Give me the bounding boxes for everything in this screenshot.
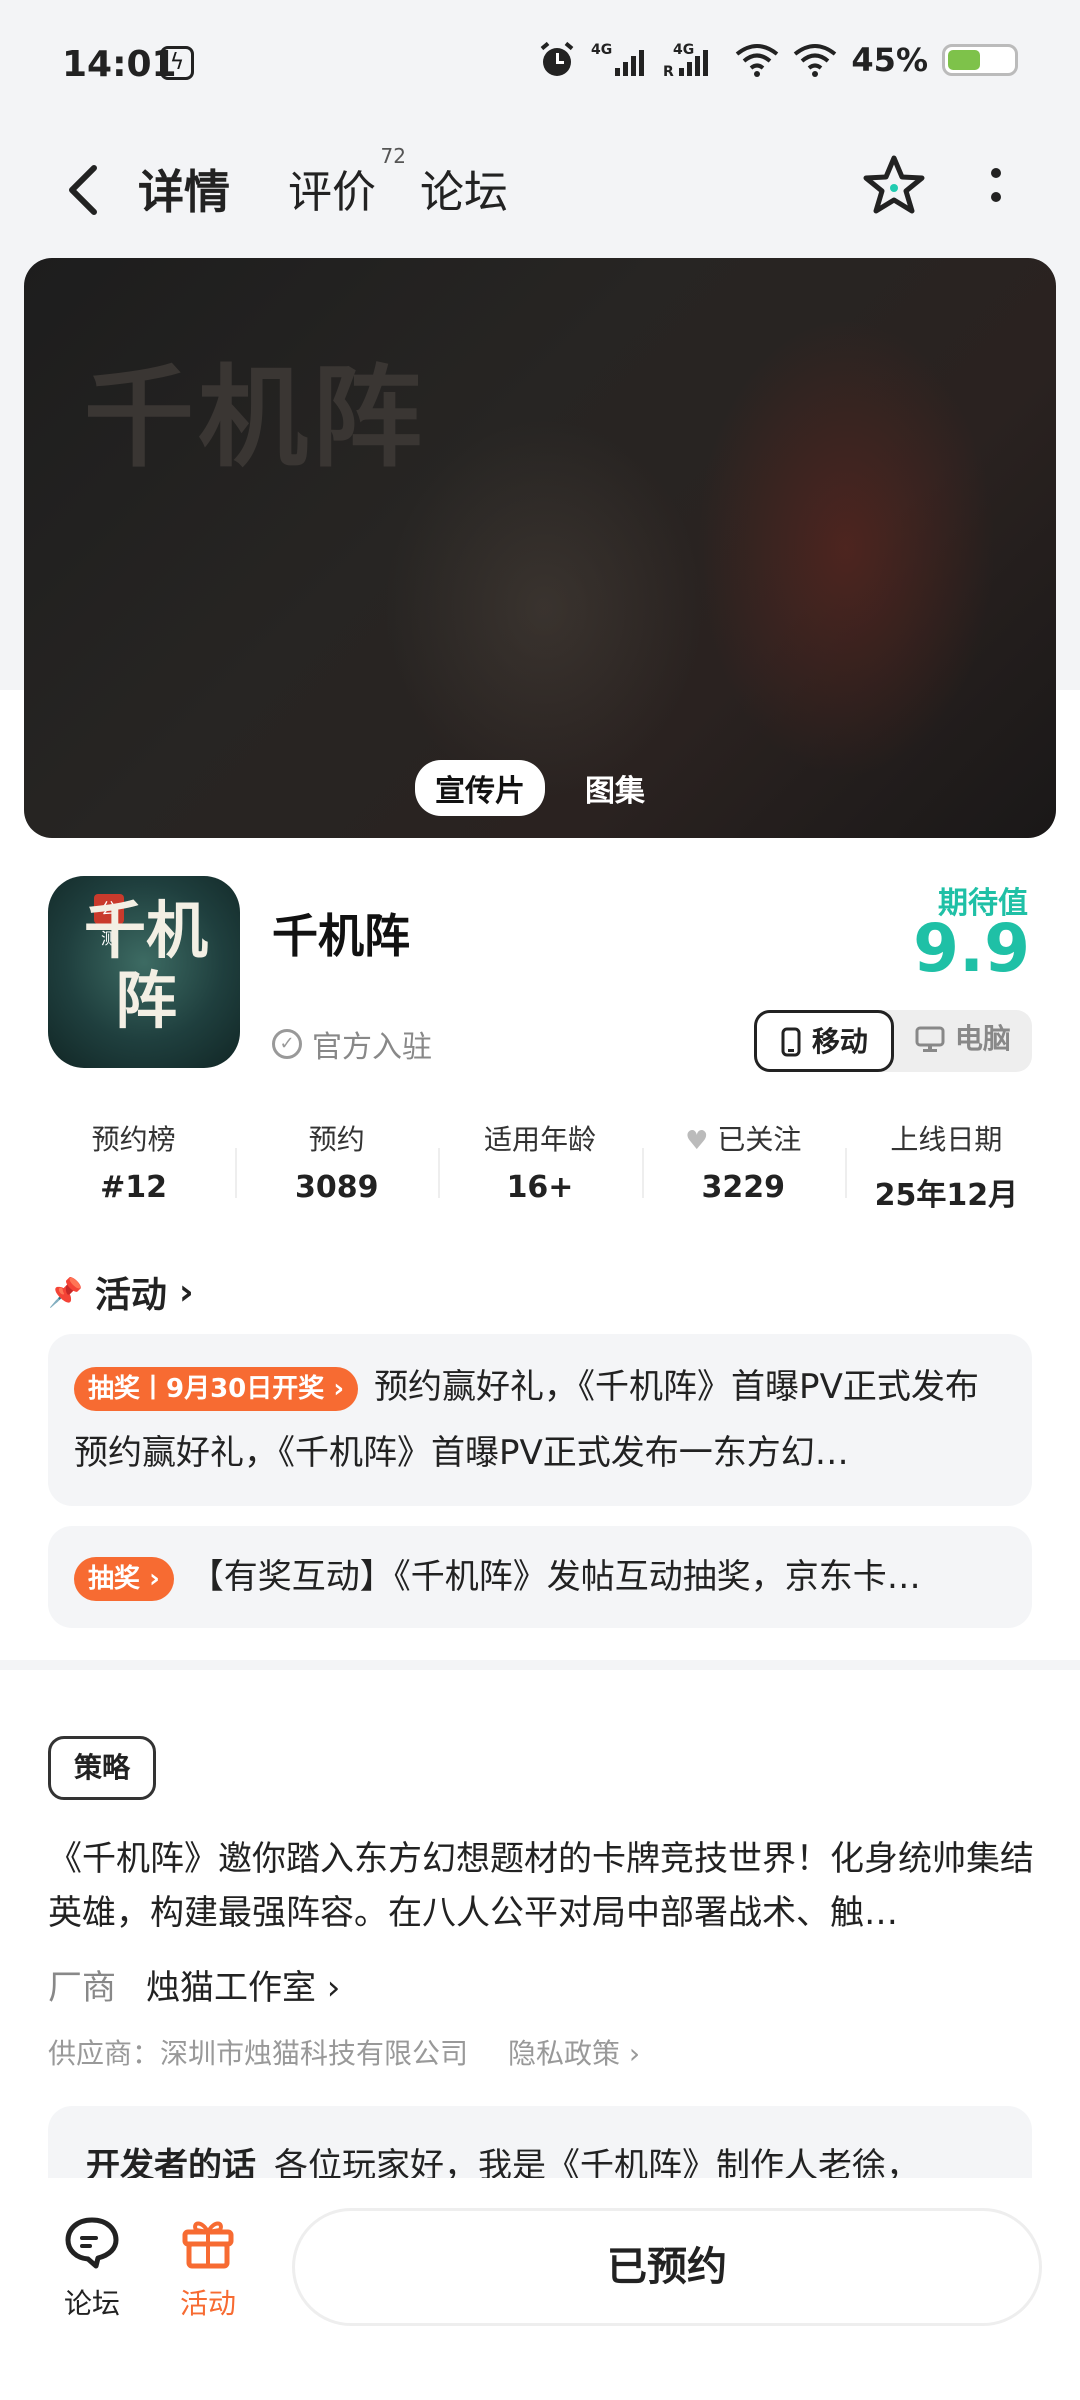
check-circle-icon: ✓ (272, 1029, 302, 1059)
tab-detail-label: 详情 (138, 165, 230, 219)
platform-toggle: 移动 电脑 (754, 1010, 1032, 1072)
tab-review-label: 评价 (288, 167, 376, 218)
supplier-row: 供应商：深圳市烛猫科技有限公司 隐私政策 › (48, 2032, 640, 2072)
platform-mobile-label: 移动 (811, 1025, 868, 1058)
tab-gallery[interactable]: 图集 (565, 760, 665, 816)
banner-logo: 千机阵 (84, 353, 426, 482)
top-nav: 详情 评价 72 论坛 (0, 130, 1080, 250)
chevron-right-icon: › (178, 1271, 194, 1313)
battery-icon (942, 44, 1018, 76)
stat-label: 上线日期 (890, 1123, 1003, 1156)
stat-launch-date: 上线日期 25年12月 (844, 1118, 1048, 1218)
heart-icon: ♥ (685, 1126, 709, 1156)
stat-value: #12 (100, 1170, 168, 1205)
platform-pc-button[interactable]: 电脑 (894, 1010, 1032, 1072)
bottom-nav-forum[interactable]: 论坛 (42, 2214, 142, 2322)
star-icon[interactable] (858, 150, 930, 222)
stat-reservations: 预约 3089 (235, 1118, 438, 1218)
pin-icon: 📌 (48, 1275, 83, 1309)
back-icon[interactable] (56, 158, 112, 222)
gift-icon (182, 2221, 234, 2269)
stat-value: 25年12月 (874, 1178, 1019, 1213)
icon-calligraphy: 千机阵 (83, 894, 208, 1037)
game-icon: 公测 千机阵 (48, 876, 240, 1068)
tab-promo-video[interactable]: 宣传片 (415, 760, 545, 816)
stat-followers[interactable]: ♥ 已关注 3229 (641, 1118, 845, 1218)
vendor-row[interactable]: 厂商 烛猫工作室 › (48, 1960, 340, 2009)
strategy-tag[interactable]: 策略 (48, 1736, 156, 1800)
privacy-policy-link[interactable]: 隐私政策 › (508, 2032, 640, 2072)
followed-label: 已关注 (717, 1123, 802, 1156)
banner-tabs: 宣传片 图集 (24, 760, 1056, 816)
section-divider (0, 1660, 1080, 1670)
svg-text:4G: 4G (673, 42, 694, 58)
activity-card[interactable]: 抽奖丨9月30日开奖 › 预约赢好礼，《千机阵》首曝PV正式发布 预约赢好礼，《千… (48, 1334, 1032, 1506)
wifi-icon (794, 44, 837, 77)
reserved-button[interactable]: 已预约 (292, 2208, 1042, 2326)
battery-percent: 45% (851, 41, 928, 79)
svg-text:4G: 4G (591, 42, 612, 58)
activity-text: 【有奖互动】《千机阵》发帖互动抽奖，京东卡… (189, 1557, 921, 1597)
alarm-icon (541, 41, 574, 76)
monitor-icon (915, 1026, 945, 1052)
platform-mobile-button[interactable]: 移动 (754, 1010, 894, 1072)
battery-fill (948, 50, 980, 70)
banner-art (696, 318, 996, 778)
stat-value: 3229 (701, 1170, 785, 1205)
stat-value: 16+ (506, 1170, 574, 1205)
activity-content: 抽奖丨9月30日开奖 › 预约赢好礼，《千机阵》首曝PV正式发布 预约赢好礼，《千… (74, 1354, 996, 1486)
status-icons: 4G 4G R 45% (537, 40, 1018, 80)
stat-label: ♥ 已关注 (642, 1118, 845, 1158)
stats-row: 预约榜 #12 预约 3089 适用年龄 16+ ♥ 已关注 3229 上线日期… (32, 1118, 1048, 1218)
stat-label: 预约 (308, 1123, 365, 1156)
vendor-name: 烛猫工作室 › (146, 1968, 341, 2008)
bottom-bar: 论坛 活动 已预约 (0, 2178, 1080, 2400)
video-banner[interactable]: 千机阵 宣传片 图集 (24, 258, 1056, 838)
activities-title: 活动 (94, 1275, 167, 1316)
activity-card[interactable]: 抽奖 › 【有奖互动】《千机阵》发帖互动抽奖，京东卡… (48, 1526, 1032, 1628)
review-count-badge: 72 (380, 144, 406, 168)
game-description[interactable]: 《千机阵》邀你踏入东方幻想题材的卡牌竞技世界！化身统帅集结英雄，构建最强阵容。在… (48, 1832, 1038, 1940)
vendor-label: 厂商 (48, 1968, 116, 2008)
wifi-icon (736, 44, 779, 77)
4g-signal-icon: 4G (591, 42, 645, 76)
stat-rank[interactable]: 预约榜 #12 (32, 1118, 235, 1218)
lottery-tag: 抽奖 › (74, 1556, 174, 1601)
stat-label: 适用年龄 (484, 1123, 597, 1156)
more-icon[interactable] (976, 154, 1016, 226)
status-bar: 14:01 ϟ 4G 4G R 45% (0, 0, 1080, 130)
stat-label: 预约榜 (91, 1123, 176, 1156)
tab-forum[interactable]: 论坛 (420, 156, 508, 220)
tab-detail[interactable]: 详情 (130, 156, 238, 222)
banner-art (384, 418, 704, 798)
bottom-nav-forum-label: 论坛 (63, 2287, 120, 2320)
stat-value: 3089 (295, 1170, 379, 1205)
stat-age-rating: 适用年龄 16+ (438, 1118, 641, 1218)
platform-pc-label: 电脑 (954, 1022, 1011, 1055)
forum-chat-icon (65, 2217, 119, 2269)
bottom-nav-activity[interactable]: 活动 (158, 2214, 258, 2322)
phone-icon (781, 1027, 801, 1057)
supplier-text: 供应商：深圳市烛猫科技有限公司 (48, 2037, 469, 2070)
4g-roaming-signal-icon: 4G R (663, 42, 709, 80)
lottery-tag: 抽奖丨9月30日开奖 › (74, 1366, 359, 1411)
tab-forum-label: 论坛 (420, 167, 508, 218)
tab-review[interactable]: 评价 72 (288, 144, 406, 220)
expect-score: 9.9 (913, 910, 1030, 987)
bolt-icon: ϟ (160, 46, 194, 80)
official-badge: ✓ 官方入驻 (272, 1022, 432, 1066)
activities-header[interactable]: 📌 活动 › (48, 1266, 194, 1318)
official-label: 官方入驻 (312, 1030, 432, 1065)
game-title: 千机阵 (272, 909, 410, 963)
activity-content: 抽奖 › 【有奖互动】《千机阵》发帖互动抽奖，京东卡… (74, 1544, 996, 1610)
bottom-nav-activity-label: 活动 (179, 2287, 236, 2320)
svg-text:R: R (663, 64, 674, 80)
